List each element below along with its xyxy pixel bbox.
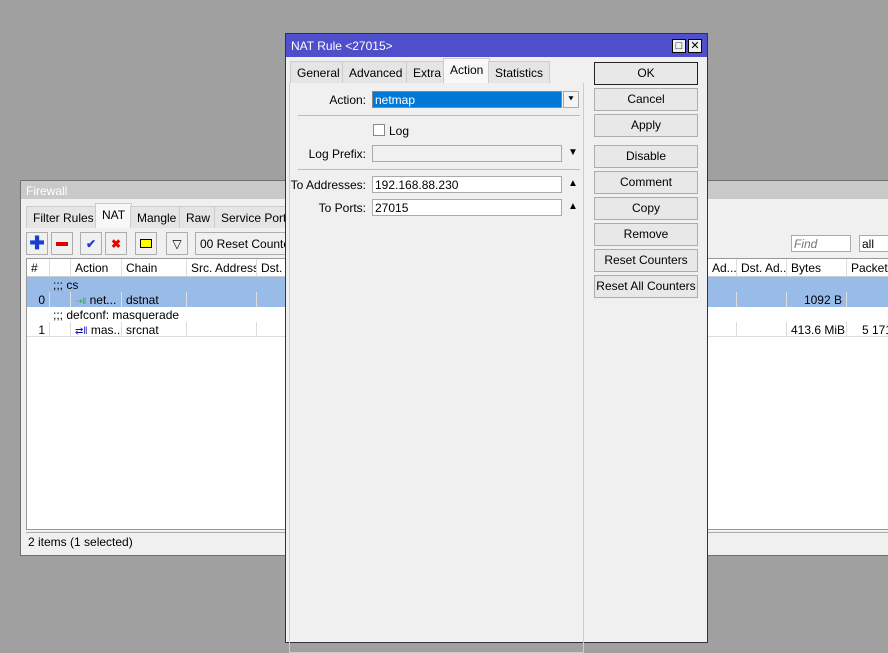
- remove-button[interactable]: [51, 232, 73, 255]
- log-prefix-input[interactable]: [372, 145, 562, 162]
- dialog-title: NAT Rule <27015>: [291, 39, 393, 53]
- row-src: [187, 292, 257, 307]
- reset-counters-button[interactable]: Reset Counters: [594, 249, 698, 272]
- row-packets: 5 171 5: [847, 322, 888, 337]
- tab-mangle[interactable]: Mangle: [130, 206, 184, 228]
- to-ports-label: To Ports:: [318, 201, 366, 215]
- row-bytes: 413.6 MiB: [787, 322, 847, 337]
- ok-button[interactable]: OK: [594, 62, 698, 85]
- row-flags: [50, 292, 71, 307]
- reset-all-counters-button[interactable]: Reset All Counters: [594, 275, 698, 298]
- log-prefix-label: Log Prefix:: [308, 147, 366, 161]
- tab-general[interactable]: General: [290, 61, 347, 83]
- dialog-title-bar: NAT Rule <27015> □ ✕: [286, 34, 707, 57]
- col-chain[interactable]: Chain: [122, 259, 187, 277]
- col-packets[interactable]: Packets: [847, 259, 888, 277]
- masquerade-icon: ⇄‖: [75, 326, 88, 337]
- reset-counters-button[interactable]: 00 Reset Counters: [195, 232, 295, 255]
- apply-button[interactable]: Apply: [594, 114, 698, 137]
- remove-button[interactable]: Remove: [594, 223, 698, 246]
- plus-icon: ✚: [29, 233, 45, 253]
- action-panel: Action: netmap ⯆ Log Log Prefix: ▼ To Ad…: [289, 83, 584, 653]
- disable-button[interactable]: ✖: [105, 232, 127, 255]
- maximize-button[interactable]: □: [672, 39, 686, 53]
- row-action: mas...: [90, 323, 122, 337]
- tab-advanced[interactable]: Advanced: [342, 61, 410, 83]
- row-flags: [50, 322, 71, 337]
- note-icon: [140, 239, 152, 248]
- nat-rule-dialog: NAT Rule <27015> □ ✕ General Advanced Ex…: [285, 33, 708, 653]
- col-address[interactable]: Ad...: [708, 259, 737, 277]
- tab-action[interactable]: Action: [443, 58, 491, 83]
- to-addresses-input[interactable]: 192.168.88.230: [372, 176, 562, 193]
- copy-button[interactable]: Copy: [594, 197, 698, 220]
- filter-icon: ▽: [172, 236, 182, 251]
- row-action: net...: [89, 293, 117, 307]
- to-addresses-label: To Addresses:: [290, 178, 366, 192]
- row-bytes: 1092 B: [787, 292, 847, 307]
- find-input[interactable]: [791, 235, 851, 252]
- tab-statistics[interactable]: Statistics: [488, 61, 551, 83]
- log-checkbox[interactable]: [373, 124, 385, 136]
- action-label: Action:: [329, 93, 366, 107]
- row-number: 0: [27, 292, 50, 307]
- divider: [298, 115, 580, 116]
- tab-nat[interactable]: NAT: [95, 203, 133, 228]
- action-dropdown-button[interactable]: ⯆: [563, 91, 579, 108]
- filter-select[interactable]: all: [859, 235, 888, 252]
- cancel-button[interactable]: Cancel: [594, 88, 698, 111]
- divider: [298, 169, 580, 170]
- row-chain: dstnat: [122, 292, 187, 307]
- disable-button[interactable]: Disable: [594, 145, 698, 168]
- to-ports-input[interactable]: 27015: [372, 199, 562, 216]
- col-src-address[interactable]: Src. Address: [187, 259, 257, 277]
- col-dst-address-list[interactable]: Dst. Ad...: [737, 259, 787, 277]
- filter-button[interactable]: ▽: [166, 232, 188, 255]
- comment-button[interactable]: Comment: [594, 171, 698, 194]
- action-select[interactable]: netmap: [372, 91, 562, 108]
- triangle-down-icon[interactable]: ▼: [568, 147, 578, 158]
- row-addr: [708, 292, 737, 307]
- triangle-up-icon[interactable]: ▲: [568, 201, 578, 212]
- row-dst-list: [737, 322, 787, 337]
- row-packets: [847, 292, 888, 307]
- close-button[interactable]: ✕: [688, 39, 702, 53]
- triangle-up-icon[interactable]: ▲: [568, 178, 578, 189]
- col-flags[interactable]: [50, 259, 71, 277]
- row-addr: [708, 322, 737, 337]
- tab-filter-rules[interactable]: Filter Rules: [26, 206, 101, 228]
- tab-extra[interactable]: Extra: [406, 61, 449, 83]
- enable-button[interactable]: ✔: [80, 232, 102, 255]
- tab-raw[interactable]: Raw: [179, 206, 218, 228]
- col-bytes[interactable]: Bytes: [787, 259, 847, 277]
- x-icon: ✖: [110, 236, 122, 251]
- minus-icon: [56, 241, 68, 246]
- row-dst-list: [737, 292, 787, 307]
- netmap-icon: ⇢‖: [75, 296, 87, 306]
- col-number[interactable]: #: [27, 259, 50, 277]
- col-action[interactable]: Action: [71, 259, 122, 277]
- log-label: Log: [389, 124, 410, 138]
- row-number: 1: [27, 322, 50, 337]
- row-src: [187, 322, 257, 337]
- chevron-down-icon: ⯆: [567, 94, 575, 104]
- comment-button[interactable]: [135, 232, 157, 255]
- row-chain: srcnat: [122, 322, 187, 337]
- add-button[interactable]: ✚: [26, 232, 48, 255]
- check-icon: ✔: [85, 236, 97, 251]
